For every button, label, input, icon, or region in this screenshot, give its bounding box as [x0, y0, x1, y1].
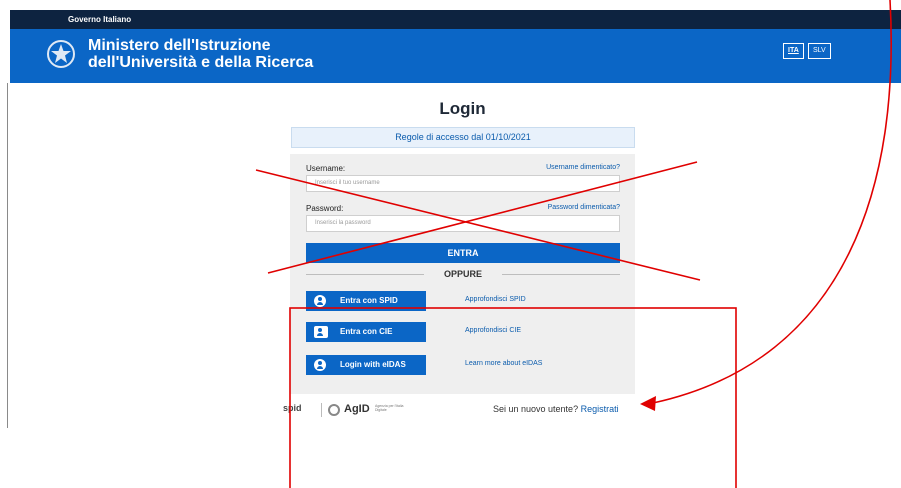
cie-card-icon: [314, 326, 328, 338]
new-user-prompt: Sei un nuovo utente? Registrati: [493, 404, 619, 414]
eidas-login-label: Login with eIDAS: [340, 360, 406, 369]
republic-emblem-icon: [47, 40, 75, 68]
left-border: [7, 83, 8, 428]
site-title[interactable]: Ministero dell'Istruzione dell'Universit…: [88, 37, 313, 71]
gov-bar: Governo Italiano: [10, 10, 901, 29]
username-input[interactable]: Inserisci il tuo username: [306, 175, 620, 192]
agid-logo: AgID: [344, 403, 370, 415]
password-label: Password:: [306, 204, 344, 213]
cie-login-button[interactable]: Entra con CIE: [306, 322, 426, 342]
new-user-text: Sei un nuovo utente?: [493, 404, 579, 414]
password-forgot-link[interactable]: Password dimenticata?: [548, 204, 620, 211]
spid-login-button[interactable]: Entra con SPID: [306, 291, 426, 311]
password-input[interactable]: Inserisci la password: [306, 215, 620, 232]
annotation-arrowhead: [640, 396, 656, 411]
lang-ita-button[interactable]: ITA: [783, 43, 804, 59]
gov-bar-label[interactable]: Governo Italiano: [68, 15, 131, 24]
spid-logo: spid: [283, 403, 302, 413]
login-panel: Username: Username dimenticato? Inserisc…: [290, 154, 635, 394]
page: Governo Italiano Ministero dell'Istruzio…: [0, 0, 901, 488]
agid-caption: Agenzia per l'Italia Digitale: [375, 404, 404, 412]
username-forgot-link[interactable]: Username dimenticato?: [546, 164, 620, 171]
login-title: Login: [439, 99, 486, 118]
oppure-divider: OPPURE: [306, 267, 620, 281]
logo-separator: [321, 403, 322, 417]
spid-info-link[interactable]: Approfondisci SPID: [465, 296, 526, 303]
spid-user-icon: [314, 295, 326, 307]
eidas-info-link[interactable]: Learn more about eIDAS: [465, 360, 542, 367]
agid-logo-icon: [328, 404, 340, 416]
site-title-line2: dell'Università e della Ricerca: [88, 54, 314, 71]
cie-login-label: Entra con CIE: [340, 327, 393, 336]
site-title-line1: Ministero dell'Istruzione: [88, 37, 271, 54]
login-submit-button[interactable]: ENTRA: [306, 243, 620, 263]
register-link[interactable]: Registrati: [581, 404, 619, 414]
eidas-login-button[interactable]: Login with eIDAS: [306, 355, 426, 375]
access-rules-link[interactable]: Regole di accesso dal 01/10/2021: [291, 127, 635, 148]
spid-login-label: Entra con SPID: [340, 296, 398, 305]
oppure-label: OPPURE: [437, 269, 488, 279]
cie-info-link[interactable]: Approfondisci CIE: [465, 327, 521, 334]
username-label: Username:: [306, 164, 346, 173]
eidas-user-icon: [314, 359, 326, 371]
lang-slv-button[interactable]: SLV: [808, 43, 831, 59]
site-header: Ministero dell'Istruzione dell'Universit…: [10, 29, 901, 83]
